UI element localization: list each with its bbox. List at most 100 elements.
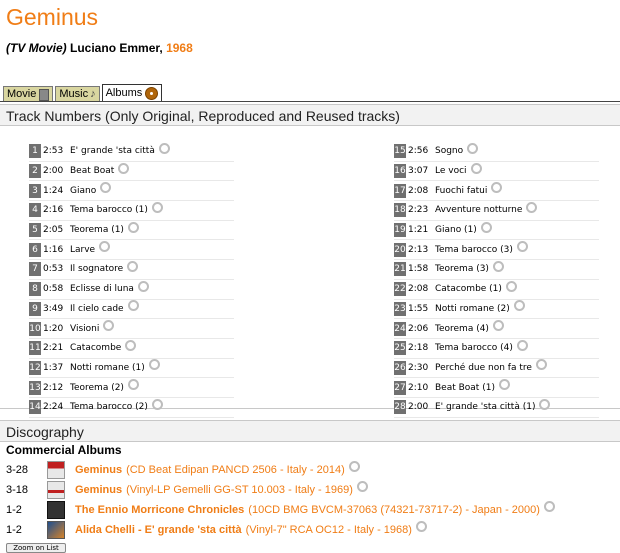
search-icon[interactable] <box>348 461 360 472</box>
track-duration: 3:07 <box>408 166 429 177</box>
album-details: (CD Beat Edipan PANCD 2506 - Italy - 201… <box>126 463 345 476</box>
search-icon[interactable] <box>151 398 163 410</box>
track-number: 27 <box>394 380 406 395</box>
album-title-link[interactable]: Alida Chelli - E' grande 'sta città <box>75 524 242 536</box>
track-title[interactable]: Perché due non fa tre <box>435 363 532 373</box>
track-title[interactable]: E' grande 'sta città <box>70 146 155 156</box>
search-icon[interactable] <box>151 201 163 213</box>
track-title[interactable]: Giano (1) <box>435 225 477 235</box>
note-icon: ♪ <box>90 88 96 100</box>
search-icon[interactable] <box>516 241 528 253</box>
track-title[interactable]: Notti romane (2) <box>435 304 510 314</box>
track-title[interactable]: Tema barocco (4) <box>435 343 513 353</box>
album-title-link[interactable]: Geminus <box>75 464 122 476</box>
track-title[interactable]: Sogno <box>435 146 463 156</box>
search-icon[interactable] <box>470 162 482 174</box>
album-track-range: 3-18 <box>6 483 29 496</box>
search-icon[interactable] <box>492 320 504 332</box>
search-icon[interactable] <box>137 280 149 292</box>
track-title[interactable]: Teorema (2) <box>70 383 124 393</box>
track-title[interactable]: Catacombe <box>70 343 121 353</box>
track-title[interactable]: Avventure notturne <box>435 205 522 215</box>
track-duration: 2:08 <box>408 185 429 196</box>
track-number: 24 <box>394 321 406 336</box>
album-title-link[interactable]: Geminus <box>75 484 122 496</box>
search-icon[interactable] <box>103 320 115 332</box>
tracks-section-header: Track Numbers (Only Original, Reproduced… <box>0 104 620 126</box>
search-icon[interactable] <box>158 142 170 154</box>
track-title[interactable]: Teorema (3) <box>435 264 489 274</box>
search-icon[interactable] <box>513 300 525 312</box>
track-title[interactable]: Larve <box>70 245 95 255</box>
search-icon[interactable] <box>467 142 479 154</box>
track-title[interactable]: Giano <box>70 186 96 196</box>
search-icon[interactable] <box>505 280 517 292</box>
track-duration: 2:53 <box>43 146 64 157</box>
tab-movie[interactable]: Movie <box>3 86 54 102</box>
track-title[interactable]: Teorema (4) <box>435 324 489 334</box>
track-title[interactable]: Beat Boat (1) <box>435 383 495 393</box>
tab-albums[interactable]: Albums <box>101 84 163 102</box>
track-title[interactable]: Beat Boat <box>70 166 114 176</box>
track-title[interactable]: Fuochi fatui <box>435 186 487 196</box>
track-number: 2 <box>29 164 41 179</box>
track-number: 18 <box>394 203 406 218</box>
track-row: 16 3:07 Le voci <box>394 162 599 182</box>
search-icon[interactable] <box>100 182 112 194</box>
track-row: 19 1:21 Giano (1) <box>394 221 599 241</box>
search-icon[interactable] <box>535 359 547 371</box>
director-name[interactable]: Luciano Emmer, <box>70 41 163 55</box>
album-details: (10CD BMG BVCM-37063 (74321-73717-2) - J… <box>248 503 540 516</box>
search-icon[interactable] <box>480 221 492 233</box>
tab-music[interactable]: Music ♪ <box>55 86 100 102</box>
track-row: 26 2:30 Perché due non fa tre <box>394 359 599 379</box>
disc-icon <box>145 87 159 100</box>
album-title-link[interactable]: The Ennio Morricone Chronicles <box>75 504 244 516</box>
search-icon[interactable] <box>415 521 427 532</box>
search-icon[interactable] <box>127 300 139 312</box>
track-title[interactable]: Eclisse di luna <box>70 284 134 294</box>
album-row: 3-18 Geminus (Vinyl-LP Gemelli GG-ST 10.00… <box>6 480 368 499</box>
search-icon[interactable] <box>127 379 139 391</box>
track-title[interactable]: Tema barocco (2) <box>70 402 148 412</box>
track-title[interactable]: Il cielo cade <box>70 304 124 314</box>
track-title[interactable]: Notti romane (1) <box>70 363 145 373</box>
album-cover-thumbnail[interactable] <box>47 500 65 519</box>
track-title[interactable]: Le voci <box>435 166 467 176</box>
album-cover-thumbnail[interactable] <box>47 480 65 499</box>
track-title[interactable]: Teorema (1) <box>70 225 124 235</box>
search-icon[interactable] <box>492 260 504 272</box>
track-duration: 2:56 <box>408 146 429 157</box>
search-icon[interactable] <box>148 359 160 371</box>
track-duration: 2:00 <box>408 402 429 413</box>
track-duration: 2:06 <box>408 323 429 334</box>
album-details: (Vinyl-7" RCA OC12 - Italy - 1968) <box>245 523 412 536</box>
search-icon[interactable] <box>356 481 368 492</box>
track-title[interactable]: Visioni <box>70 324 99 334</box>
search-icon[interactable] <box>539 398 551 410</box>
search-icon[interactable] <box>491 182 503 194</box>
zoom-on-list-button[interactable]: Zoom on List <box>6 543 66 553</box>
track-row: 6 1:16 Larve <box>29 240 234 261</box>
track-title[interactable]: Il sognatore <box>70 264 123 274</box>
search-icon[interactable] <box>125 339 137 351</box>
search-icon[interactable] <box>118 162 130 174</box>
search-icon[interactable] <box>127 260 139 272</box>
search-icon[interactable] <box>543 501 555 512</box>
track-title[interactable]: Tema barocco (3) <box>435 245 513 255</box>
search-icon[interactable] <box>99 241 111 253</box>
track-title[interactable]: Tema barocco (1) <box>70 205 148 215</box>
track-number: 3 <box>29 183 41 198</box>
movie-year[interactable]: 1968 <box>166 41 193 55</box>
track-duration: 1:16 <box>43 244 64 255</box>
album-cover-thumbnail[interactable] <box>47 460 65 479</box>
track-row: 21 1:58 Teorema (3) <box>394 260 599 280</box>
search-icon[interactable] <box>498 379 510 391</box>
album-cover-thumbnail[interactable] <box>47 520 65 539</box>
search-icon[interactable] <box>516 339 528 351</box>
track-title[interactable]: E' grande 'sta città (1) <box>435 402 535 412</box>
track-title[interactable]: Catacombe (1) <box>435 284 502 294</box>
search-icon[interactable] <box>526 201 538 213</box>
search-icon[interactable] <box>127 221 139 233</box>
track-number: 1 <box>29 144 41 159</box>
